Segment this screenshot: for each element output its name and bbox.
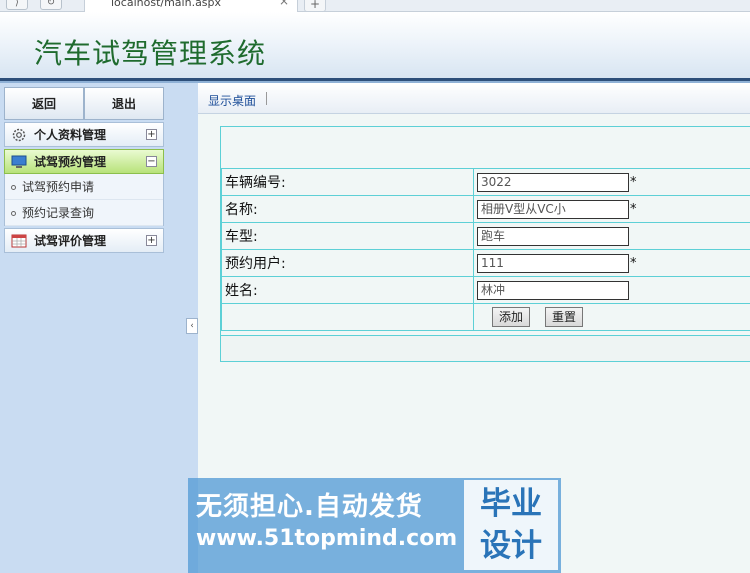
monitor-icon <box>10 154 28 170</box>
app-title: 汽车试驾管理系统 <box>34 37 267 70</box>
required-mark: * <box>630 255 637 271</box>
tab-show-desktop[interactable]: 显示桌面 <box>208 92 256 109</box>
watermark-url: www.51topmind.com <box>196 526 458 551</box>
empty-cell <box>221 303 474 331</box>
add-button[interactable]: 添加 <box>492 307 531 327</box>
sidebar-menu: 返回 退出 个人资料管理 + 试驾预约管理 − 试驾预约申请 预约记录查询 试驾… <box>4 87 164 253</box>
required-mark: * <box>630 201 637 217</box>
booking-form: 车辆编号: 3022* 名称: 相册V型从VC小* 车型: 跑车 预约用户: <box>220 126 750 362</box>
watermark-badge-line: 毕业 <box>480 486 542 522</box>
vehicle-type-field[interactable]: 跑车 <box>477 226 629 246</box>
sidebar-button-row: 返回 退出 <box>4 87 164 120</box>
submenu-testdrive-booking: 试驾预约申请 预约记录查询 <box>4 174 164 226</box>
field-cell: 跑车 <box>473 222 750 250</box>
sidebar-collapse-handle[interactable]: ‹ <box>186 318 198 334</box>
actions-cell: 添加 重置 <box>473 303 750 331</box>
expand-icon[interactable]: + <box>146 129 157 140</box>
menu-label: 试驾评价管理 <box>34 234 107 248</box>
sidebar: 返回 退出 个人资料管理 + 试驾预约管理 − 试驾预约申请 预约记录查询 试驾… <box>0 83 198 573</box>
new-tab-button[interactable]: + <box>304 0 326 12</box>
browser-toolbar: ⟩ ↻ localhost/main.aspx × + <box>0 0 750 12</box>
watermark-text: 无须担心.自动发货 www.51topmind.com <box>196 490 464 554</box>
menu-label: 个人资料管理 <box>34 128 107 142</box>
menu-label: 试驾预约管理 <box>34 155 107 169</box>
back-nav-icon[interactable]: ⟩ <box>6 0 28 10</box>
form-row-vehicle-id: 车辆编号: 3022 * <box>221 168 750 196</box>
gear-icon <box>10 127 28 143</box>
back-button[interactable]: 返回 <box>4 87 84 120</box>
calendar-icon <box>10 233 28 249</box>
vehicle-id-field[interactable]: 3022 <box>477 172 629 192</box>
form-footer <box>221 335 750 361</box>
form-row-name: 名称: 相册V型从VC小 * <box>221 195 750 223</box>
submenu-label: 试驾预约申请 <box>22 180 95 194</box>
logout-button[interactable]: 退出 <box>84 87 164 120</box>
watermark-badge: 毕业 设计 <box>464 480 558 570</box>
submenu-label: 预约记录查询 <box>22 206 95 220</box>
vehicle-name-field[interactable]: 相册V型从VC小 <box>477 199 629 219</box>
field-label: 预约用户: <box>221 249 474 277</box>
full-name-field[interactable]: 林冲 <box>477 280 629 300</box>
bullet-icon <box>11 211 16 216</box>
booking-user-field[interactable]: 111 <box>477 253 629 273</box>
form-row-booking-user: 预约用户: 111 * <box>221 249 750 277</box>
field-label: 车辆编号: <box>221 168 474 196</box>
reload-icon[interactable]: ↻ <box>40 0 62 10</box>
collapse-icon[interactable]: − <box>146 156 157 167</box>
field-cell: 111 * <box>473 249 750 277</box>
form-row-actions: 添加 重置 <box>221 303 750 331</box>
watermark-badge-line: 设计 <box>480 528 542 564</box>
expand-icon[interactable]: + <box>146 235 157 246</box>
field-cell: 相册V型从VC小 * <box>473 195 750 223</box>
field-cell: 林冲 <box>473 276 750 304</box>
form-row-model: 车型: 跑车 <box>221 222 750 250</box>
app-header: 汽车试驾管理系统 <box>0 12 750 78</box>
menu-testdrive-review[interactable]: 试驾评价管理 + <box>4 228 164 253</box>
tab-separator <box>266 92 267 105</box>
main-tabbar: 显示桌面 <box>198 83 750 114</box>
field-label: 名称: <box>221 195 474 223</box>
submenu-item-apply[interactable]: 试驾预约申请 <box>5 174 163 200</box>
menu-testdrive-booking[interactable]: 试驾预约管理 − <box>4 149 164 174</box>
browser-tab-title: localhost/main.aspx <box>111 0 222 9</box>
watermark-slogan: 无须担心.自动发货 <box>196 492 423 522</box>
menu-profile-management[interactable]: 个人资料管理 + <box>4 122 164 147</box>
field-label: 车型: <box>221 222 474 250</box>
close-icon[interactable]: × <box>279 0 289 7</box>
submenu-item-records[interactable]: 预约记录查询 <box>5 200 163 226</box>
field-cell: 3022 * <box>473 168 750 196</box>
required-mark: * <box>630 174 637 190</box>
bullet-icon <box>11 185 16 190</box>
watermark-banner: 无须担心.自动发货 www.51topmind.com 毕业 设计 <box>188 478 561 573</box>
reset-button[interactable]: 重置 <box>545 307 584 327</box>
booking-form-table: 车辆编号: 3022* 名称: 相册V型从VC小* 车型: 跑车 预约用户: <box>221 168 750 331</box>
field-label: 姓名: <box>221 276 474 304</box>
browser-tab[interactable]: localhost/main.aspx × <box>84 0 298 12</box>
form-row-fullname: 姓名: 林冲 <box>221 276 750 304</box>
